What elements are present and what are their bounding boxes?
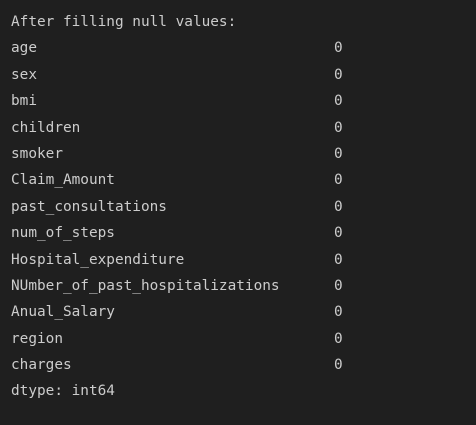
series-row: charges 0 [11, 352, 476, 378]
series-row: past_consultations 0 [11, 194, 476, 220]
cell-output: After filling null values: age 0 sex 0 b… [0, 0, 476, 425]
row-value: 0 [334, 145, 343, 162]
row-label: smoker [11, 145, 63, 162]
row-label: region [11, 330, 63, 347]
series-row: age 0 [11, 35, 476, 61]
row-label: past_consultations [11, 198, 167, 215]
series-row: children 0 [11, 115, 476, 141]
series-row: Claim_Amount 0 [11, 167, 476, 193]
series-row: num_of_steps 0 [11, 220, 476, 246]
row-label: charges [11, 357, 72, 374]
series-row: sex 0 [11, 62, 476, 88]
row-value: 0 [334, 304, 343, 321]
row-value: 0 [334, 93, 343, 110]
row-label: NUmber_of_past_hospitalizations [11, 277, 280, 294]
row-label: Hospital_expenditure [11, 251, 185, 268]
row-value: 0 [334, 66, 343, 83]
series-row: Hospital_expenditure 0 [11, 247, 476, 273]
row-value: 0 [334, 225, 343, 242]
row-label: sex [11, 66, 37, 83]
row-value: 0 [334, 198, 343, 215]
series-row: bmi 0 [11, 88, 476, 114]
series-row: smoker 0 [11, 141, 476, 167]
series-row: NUmber_of_past_hospitalizations 0 [11, 273, 476, 299]
output-header: After filling null values: [11, 14, 237, 30]
row-label: Claim_Amount [11, 172, 115, 189]
row-value: 0 [334, 277, 343, 294]
row-value: 0 [334, 40, 343, 57]
row-label: age [11, 40, 37, 57]
series-row: region 0 [11, 326, 476, 352]
row-value: 0 [334, 251, 343, 268]
output-dtype: dtype: int64 [11, 383, 115, 400]
row-value: 0 [334, 119, 343, 136]
row-label: children [11, 119, 81, 136]
row-label: bmi [11, 93, 37, 110]
row-value: 0 [334, 357, 343, 374]
row-label: num_of_steps [11, 225, 115, 242]
series-row: Anual_Salary 0 [11, 299, 476, 325]
row-value: 0 [334, 330, 343, 347]
row-label: Anual_Salary [11, 304, 115, 321]
row-value: 0 [334, 172, 343, 189]
